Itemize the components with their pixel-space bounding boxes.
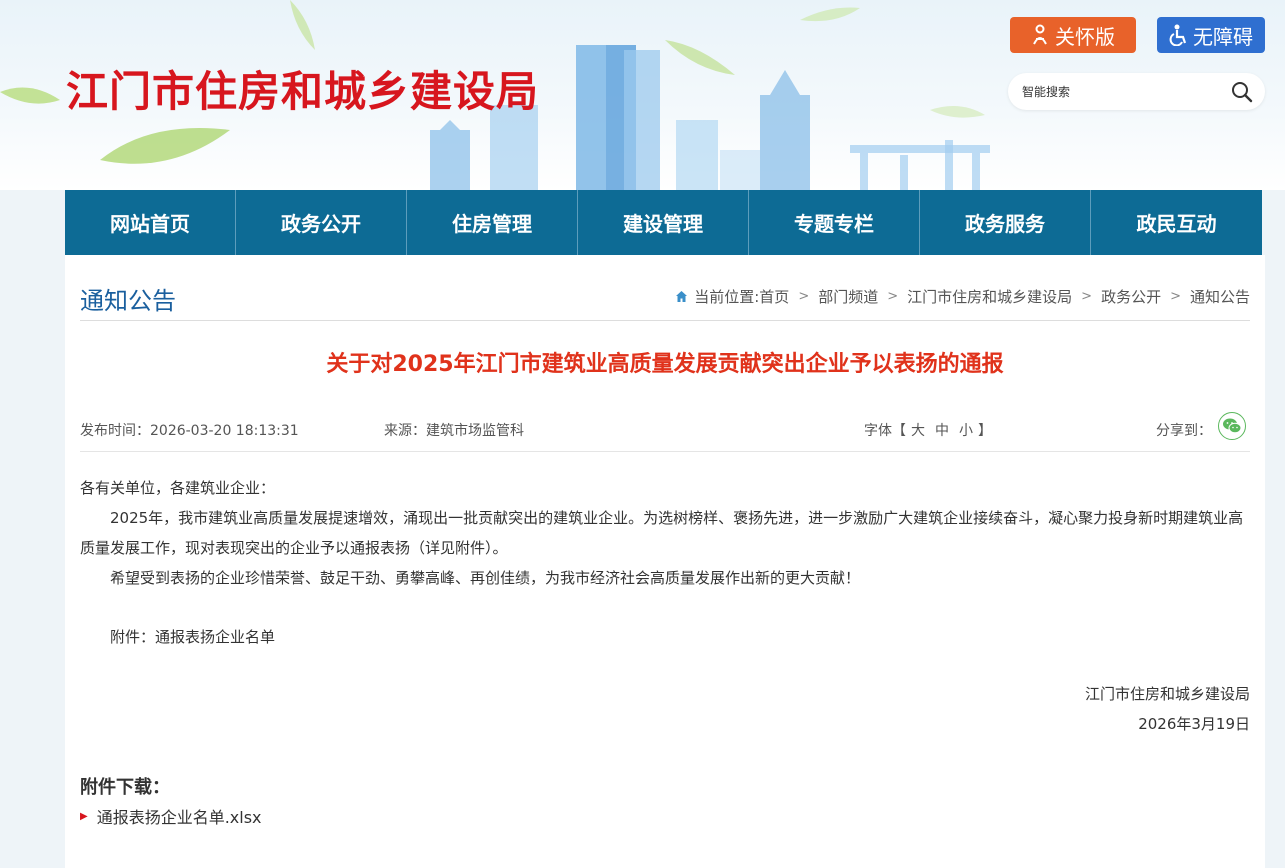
signature-date: 2026年3月19日 (1138, 715, 1250, 733)
wheelchair-icon (1169, 24, 1187, 46)
divider (80, 320, 1250, 321)
breadcrumb-department[interactable]: 部门频道 (818, 286, 878, 307)
accessibility-label: 无障碍 (1193, 24, 1253, 49)
accessibility-button[interactable]: 无障碍 (1157, 17, 1265, 53)
article-source: 来源：建筑市场监管科 (384, 423, 524, 439)
breadcrumb: 当前位置: 首页 > 部门频道 > 江门市住房和城乡建设局 > 政务公开 > 通… (675, 286, 1250, 307)
main-content: 通知公告 当前位置: 首页 > 部门频道 > 江门市住房和城乡建设局 > 政务公… (65, 255, 1265, 868)
nav-item-home[interactable]: 网站首页 (65, 190, 236, 255)
breadcrumb-separator: > (1081, 289, 1093, 304)
font-size-label: 字体【 (864, 423, 906, 439)
wechat-share-button[interactable] (1218, 412, 1246, 440)
nav-item-topics[interactable]: 专题专栏 (749, 190, 920, 255)
care-mode-button[interactable]: 关怀版 (1010, 17, 1136, 53)
signature-org: 江门市住房和城乡建设局 (1084, 685, 1250, 703)
breadcrumb-separator: > (798, 289, 810, 304)
font-size-small[interactable]: 小 (959, 423, 973, 439)
publish-time: 发布时间：2026-03-20 18:13:31 (80, 423, 299, 439)
main-nav: 网站首页 政务公开 住房管理 建设管理 专题专栏 政务服务 政民互动 (65, 190, 1262, 255)
download-link[interactable]: ▶ 通报表扬企业名单.xlsx (80, 804, 262, 828)
breadcrumb-gov-affairs[interactable]: 政务公开 (1101, 286, 1161, 307)
care-mode-label: 关怀版 (1055, 24, 1115, 49)
nav-item-construction[interactable]: 建设管理 (578, 190, 749, 255)
font-size-label-end: 】 (978, 423, 992, 439)
font-size-medium[interactable]: 中 (935, 423, 949, 439)
article-title: 关于对2025年江门市建筑业高质量发展贡献突出企业予以表扬的通报 (326, 352, 1004, 377)
breadcrumb-separator: > (887, 289, 899, 304)
attachment-note: 附件：通报表扬企业名单 (110, 628, 276, 646)
share-label: 分享到： (1156, 423, 1212, 439)
breadcrumb-bureau[interactable]: 江门市住房和城乡建设局 (907, 286, 1072, 307)
article-meta: 发布时间：2026-03-20 18:13:31 来源：建筑市场监管科 字体【大… (80, 412, 1250, 444)
breadcrumb-separator: > (1170, 289, 1181, 304)
wechat-icon (1223, 418, 1242, 434)
nav-item-interaction[interactable]: 政民互动 (1091, 190, 1262, 255)
greeting-paragraph: 各有关单位，各建筑业企业： (80, 479, 276, 497)
nav-item-housing[interactable]: 住房管理 (407, 190, 578, 255)
body-paragraph: 希望受到表扬的企业珍惜荣誉、鼓足干劲、勇攀高峰、再创佳绩，为我市经济社会高质量发… (110, 569, 861, 587)
body-paragraph: 2025年，我市建筑业高质量发展提速增效，涌现出一批贡献突出的建筑业企业。为选树… (80, 509, 1244, 557)
search-icon[interactable] (1231, 81, 1253, 103)
font-size-large[interactable]: 大 (911, 423, 925, 439)
breadcrumb-home[interactable]: 首页 (759, 286, 789, 307)
nav-item-government-affairs[interactable]: 政务公开 (236, 190, 407, 255)
search-box (1008, 73, 1265, 110)
section-title: 通知公告 (80, 287, 176, 315)
breadcrumb-label: 当前位置: (694, 288, 760, 306)
font-size-control: 字体【大中小】 (864, 420, 992, 440)
downloads-title: 附件下载： (80, 777, 170, 798)
search-input[interactable] (1022, 81, 1222, 103)
header-banner: 江门市住房和城乡建设局 关怀版 无障碍 (0, 0, 1285, 190)
nav-item-services[interactable]: 政务服务 (920, 190, 1091, 255)
breadcrumb-notices[interactable]: 通知公告 (1190, 286, 1250, 307)
divider (80, 451, 1250, 452)
bullet-arrow-icon: ▶ (80, 810, 88, 822)
site-title: 江门市住房和城乡建设局 (66, 67, 540, 116)
care-person-icon (1033, 24, 1047, 45)
download-file-name: 通报表扬企业名单.xlsx (96, 808, 262, 827)
home-icon (676, 291, 688, 302)
